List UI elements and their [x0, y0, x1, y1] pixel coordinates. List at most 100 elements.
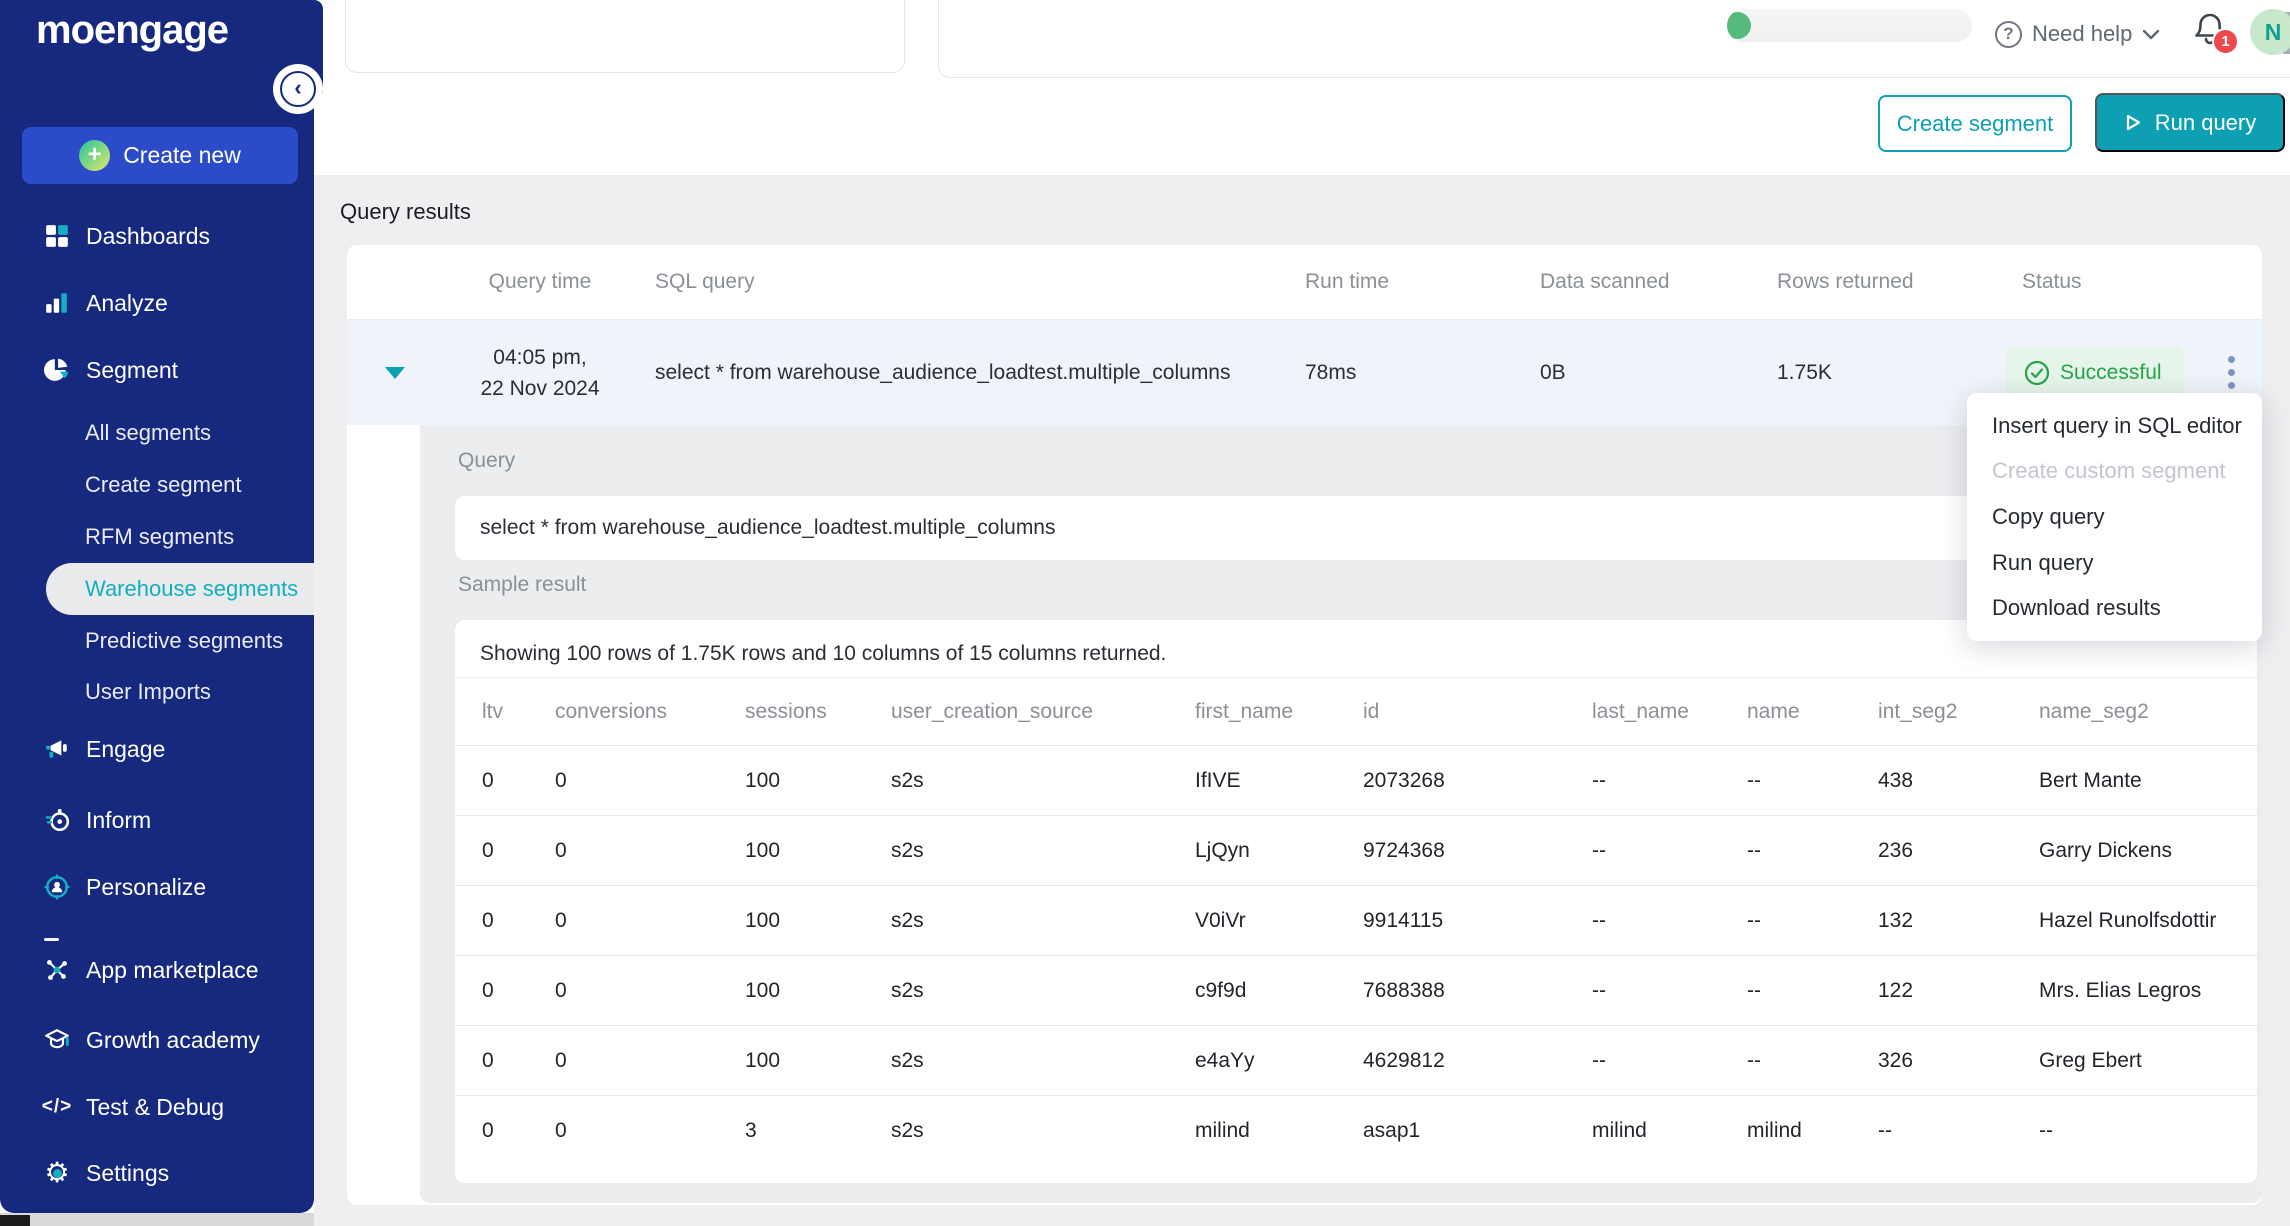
user-avatar[interactable]: N: [2250, 9, 2290, 55]
rows-returned-cell: 1.75K: [1762, 361, 2000, 385]
sidebar-divider: [44, 938, 59, 941]
segment-icon: [44, 357, 70, 383]
sidebar-item-create-segment[interactable]: Create segment: [0, 461, 314, 509]
question-icon: ?: [1995, 21, 2022, 48]
create-segment-button[interactable]: Create segment: [1878, 95, 2072, 152]
sidebar-item-label: Personalize: [86, 874, 206, 901]
sample-result-label: Sample result: [458, 573, 586, 597]
sidebar-item-label: Inform: [86, 807, 151, 834]
run-time-cell: 78ms: [1290, 361, 1525, 385]
app-marketplace-icon: [44, 957, 70, 983]
bottom-strip: [0, 1213, 314, 1226]
sample-rows: 00100s2sIfIVE2073268----438Bert Mante 00…: [455, 745, 2257, 1165]
menu-item-create-custom-segment: Create custom segment: [1967, 449, 2262, 495]
table-row: 00100s2sc9f9d7688388----122Mrs. Elias Le…: [455, 955, 2257, 1025]
run-query-label: Run query: [2155, 110, 2257, 136]
menu-item-run-query[interactable]: Run query: [1967, 540, 2262, 586]
table-row: 003s2smilindasap1milindmilind----: [455, 1095, 2257, 1165]
notifications-button[interactable]: 1: [2192, 10, 2240, 62]
plus-icon: +: [79, 140, 110, 171]
notification-count-badge: 1: [2212, 28, 2239, 55]
need-help-label: Need help: [2032, 21, 2132, 47]
test-debug-icon: </>: [44, 1094, 70, 1120]
sidebar-item-label: App marketplace: [86, 957, 259, 984]
sidebar-item-inform[interactable]: Inform: [0, 794, 314, 846]
sidebar-item-warehouse-segments[interactable]: Warehouse segments: [46, 563, 314, 615]
sidebar-item-analyze[interactable]: Analyze: [0, 277, 314, 329]
row-actions-menu-button[interactable]: [2200, 356, 2262, 389]
menu-item-download-results[interactable]: Download results: [1967, 585, 2262, 631]
col-rows-returned: Rows returned: [1762, 270, 2000, 294]
status-label: Successful: [2060, 361, 2162, 385]
menu-item-insert-query[interactable]: Insert query in SQL editor: [1967, 403, 2262, 449]
sidebar: moengage + Create new Dashboards Analyze…: [0, 0, 314, 1213]
table-row: 00100s2sIfIVE2073268----438Bert Mante: [455, 745, 2257, 815]
create-new-button[interactable]: + Create new: [22, 127, 298, 184]
col-first-name: first_name: [1195, 700, 1363, 724]
sidebar-item-label: Test & Debug: [86, 1094, 224, 1121]
table-row: 00100s2sLjQyn9724368----236Garry Dickens: [455, 815, 2257, 885]
analyze-icon: [44, 290, 70, 316]
bottom-corner: [0, 1215, 30, 1226]
col-ltv: ltv: [482, 700, 555, 724]
sidebar-item-test-debug[interactable]: </> Test & Debug: [0, 1081, 314, 1133]
row-actions-context-menu: Insert query in SQL editor Create custom…: [1967, 393, 2262, 641]
sidebar-item-growth-academy[interactable]: Growth academy: [0, 1014, 314, 1066]
col-status: Status: [2000, 270, 2200, 294]
personalize-icon: [44, 874, 70, 900]
check-circle-icon: [2024, 360, 2050, 386]
status-badge: Successful: [2006, 347, 2184, 398]
sidebar-item-all-segments[interactable]: All segments: [0, 409, 314, 457]
col-sql-query: SQL query: [640, 270, 1290, 294]
col-name-seg2: name_seg2: [2039, 700, 2257, 724]
app-window: ? Need help 1 N Create segment Run query…: [0, 0, 2290, 1226]
page-title: Query results: [340, 199, 471, 225]
col-conversions: conversions: [555, 700, 745, 724]
sidebar-item-segment[interactable]: Segment: [0, 344, 314, 396]
chevron-down-icon: [2142, 29, 2160, 40]
sidebar-item-label: Analyze: [86, 290, 168, 317]
sidebar-item-personalize[interactable]: Personalize: [0, 861, 314, 913]
sample-header-row: ltv conversions sessions user_creation_s…: [455, 677, 2257, 745]
col-last-name: last_name: [1592, 700, 1747, 724]
sql-editor-partial-box: [345, 0, 905, 73]
play-icon: [2124, 113, 2143, 132]
query-label: Query: [458, 449, 515, 473]
col-sessions: sessions: [745, 700, 891, 724]
search-loading-pill[interactable]: [1727, 9, 1972, 42]
sidebar-item-settings[interactable]: ⚙ Settings: [0, 1147, 314, 1199]
sidebar-item-rfm-segments[interactable]: RFM segments: [0, 513, 314, 561]
need-help-menu[interactable]: ? Need help: [1995, 15, 2160, 53]
growth-academy-icon: [44, 1027, 70, 1053]
sidebar-item-predictive-segments[interactable]: Predictive segments: [0, 617, 314, 665]
query-results-card: Query time SQL query Run time Data scann…: [347, 245, 2262, 1205]
col-id: id: [1363, 700, 1592, 724]
col-data-scanned: Data scanned: [1525, 270, 1762, 294]
create-new-label: Create new: [123, 142, 241, 169]
sidebar-item-label: Segment: [86, 357, 178, 384]
sql-query-cell: select * from warehouse_audience_loadtes…: [640, 361, 1290, 385]
query-time-cell: 04:05 pm, 22 Nov 2024: [440, 342, 640, 404]
collapse-row-arrow[interactable]: [385, 367, 405, 379]
sidebar-collapse-button[interactable]: ‹: [280, 71, 316, 107]
run-query-button[interactable]: Run query: [2095, 93, 2285, 152]
col-run-time: Run time: [1290, 270, 1525, 294]
col-user-creation-source: user_creation_source: [891, 700, 1195, 724]
sidebar-item-user-imports[interactable]: User Imports: [0, 668, 314, 716]
sidebar-item-dashboards[interactable]: Dashboards: [0, 210, 314, 262]
sidebar-item-app-marketplace[interactable]: App marketplace: [0, 944, 314, 996]
col-name: name: [1747, 700, 1878, 724]
table-row: 00100s2se4aYy4629812----326Greg Ebert: [455, 1025, 2257, 1095]
results-header-row: Query time SQL query Run time Data scann…: [347, 245, 2262, 320]
inform-icon: [44, 807, 70, 833]
green-dot-icon: [1727, 12, 1751, 39]
sidebar-item-label: Settings: [86, 1160, 169, 1187]
sidebar-item-engage[interactable]: Engage: [0, 723, 314, 775]
dashboards-icon: [44, 223, 70, 249]
engage-icon: [44, 736, 70, 762]
table-row: 00100s2sV0iVr9914115----132Hazel Runolfs…: [455, 885, 2257, 955]
sidebar-item-label: Growth academy: [86, 1027, 260, 1054]
sample-summary: Showing 100 rows of 1.75K rows and 10 co…: [480, 642, 1166, 666]
settings-icon: ⚙: [44, 1160, 70, 1186]
menu-item-copy-query[interactable]: Copy query: [1967, 494, 2262, 540]
